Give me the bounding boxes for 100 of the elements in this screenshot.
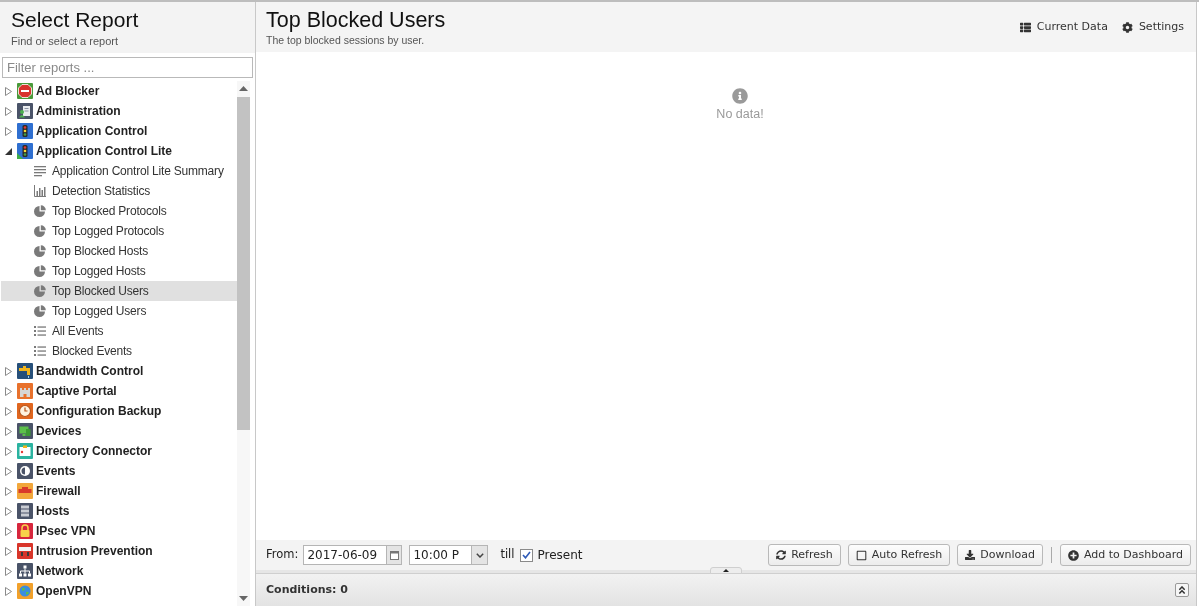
download-button[interactable]: Download: [957, 544, 1043, 566]
collapsed-triangle-icon[interactable]: [5, 486, 12, 496]
pie-chart-icon: [34, 265, 46, 277]
tree-item[interactable]: Hosts: [12, 501, 237, 521]
expanded-triangle-icon[interactable]: [5, 147, 12, 155]
tree-item[interactable]: Intrusion Prevention: [12, 541, 237, 561]
traffic-light-icon: [17, 143, 33, 159]
refresh-button[interactable]: Refresh: [768, 544, 841, 566]
data-button[interactable]: Current Data: [1019, 18, 1108, 36]
castle-icon: [17, 383, 33, 399]
time-field[interactable]: 10:00 P: [409, 545, 472, 565]
list-icon: [1019, 21, 1031, 33]
download-icon: [965, 550, 976, 560]
info-icon: [732, 88, 748, 104]
sidebar-title: Select Report: [11, 7, 139, 33]
conditions-label: Conditions: 0: [266, 581, 348, 598]
tree-item[interactable]: Detection Statistics: [1, 181, 237, 201]
faucet-icon: [17, 363, 33, 379]
list-icon: [34, 345, 46, 357]
tree-item[interactable]: Top Logged Users: [1, 301, 237, 321]
collapsed-triangle-icon[interactable]: [5, 126, 12, 136]
tree-item[interactable]: IPsec VPN: [12, 521, 237, 541]
bar-chart-icon: [34, 185, 46, 197]
tree-item[interactable]: Application Control Lite Summary: [1, 161, 237, 181]
collapse-button[interactable]: [1175, 583, 1189, 597]
tree-item[interactable]: Firewall: [12, 481, 237, 501]
tree-item[interactable]: All Events: [1, 321, 237, 341]
settings-icon: [1121, 21, 1133, 33]
pie-chart-icon: [34, 285, 46, 297]
circle-icon: [17, 463, 33, 479]
collapsed-triangle-icon[interactable]: [5, 586, 12, 596]
pie-chart-icon: [34, 225, 46, 237]
date-picker-button[interactable]: [386, 545, 403, 565]
tree-item[interactable]: Top Logged Protocols: [1, 221, 237, 241]
filter-field[interactable]: Filter reports ...: [2, 57, 253, 78]
wall-icon: [17, 483, 33, 499]
globe-icon: [17, 583, 33, 599]
tree-item[interactable]: Administration: [12, 101, 237, 121]
scroll-up-arrow-icon[interactable]: [239, 86, 248, 91]
tree-item[interactable]: Devices: [12, 421, 237, 441]
pie-chart-icon: [34, 205, 46, 217]
stop-sign-icon: [17, 83, 33, 99]
collapsed-triangle-icon[interactable]: [5, 426, 12, 436]
scrollbar-thumb[interactable]: [237, 97, 250, 430]
collapsed-triangle-icon[interactable]: [5, 546, 12, 556]
time-dropdown-button[interactable]: [471, 545, 489, 565]
chevron-down-icon: [475, 552, 484, 558]
tree-item[interactable]: Configuration Backup: [12, 401, 237, 421]
calendar-icon: [389, 550, 399, 560]
lock-icon: [17, 523, 33, 539]
tree-item[interactable]: Captive Portal: [12, 381, 237, 401]
settings-button[interactable]: Settings: [1121, 18, 1184, 36]
sidebar-subtitle: Find or select a report: [11, 34, 118, 48]
monitor-icon: [17, 423, 33, 439]
till-label: till: [500, 546, 515, 564]
tree-item[interactable]: Top Logged Hosts: [1, 261, 237, 281]
report-title: Top Blocked Users: [266, 7, 446, 33]
present-checkbox[interactable]: [520, 548, 534, 562]
tree-item[interactable]: Ad Blocker: [12, 81, 237, 101]
tree-item[interactable]: Network: [12, 561, 237, 581]
tree-item[interactable]: Application Control: [12, 121, 237, 141]
collapsed-triangle-icon[interactable]: [5, 406, 12, 416]
list-icon: [34, 325, 46, 337]
collapsed-triangle-icon[interactable]: [5, 86, 12, 96]
report-subtitle: The top blocked sessions by user.: [266, 34, 425, 47]
tree-item[interactable]: Application Control Lite: [12, 141, 237, 161]
person-document-icon: [17, 103, 33, 119]
tree-item[interactable]: Top Blocked Hosts: [1, 241, 237, 261]
collapsed-triangle-icon[interactable]: [5, 386, 12, 396]
barrier-icon: [17, 543, 33, 559]
date-field[interactable]: 2017-06-09: [303, 545, 387, 565]
scroll-down-arrow-icon[interactable]: [239, 596, 248, 601]
lines-icon: [34, 165, 46, 177]
collapsed-triangle-icon[interactable]: [5, 466, 12, 476]
collapsed-triangle-icon[interactable]: [5, 526, 12, 536]
collapsed-triangle-icon[interactable]: [5, 506, 12, 516]
tree-item[interactable]: OpenVPN: [12, 581, 237, 601]
collapsed-triangle-icon[interactable]: [5, 106, 12, 116]
pie-chart-icon: [34, 305, 46, 317]
refresh-icon: [776, 550, 787, 560]
add-to-dashboard-button[interactable]: Add to Dashboard: [1060, 544, 1191, 566]
auto-refresh-button[interactable]: Auto Refresh: [847, 544, 951, 566]
tree-item[interactable]: Directory Connector: [12, 441, 237, 461]
splitter-handle[interactable]: [710, 567, 742, 574]
tree-item[interactable]: Top Blocked Protocols: [1, 201, 237, 221]
collapsed-triangle-icon[interactable]: [5, 566, 12, 576]
from-label: From:: [266, 546, 299, 564]
present-label: Present: [537, 547, 583, 564]
traffic-light-icon: [17, 123, 33, 139]
tree-item[interactable]: Bandwidth Control: [12, 361, 237, 381]
id-card-icon: [17, 443, 33, 459]
tree-item[interactable]: Blocked Events: [1, 341, 237, 361]
pie-chart-icon: [34, 245, 46, 257]
tree-item[interactable]: Top Blocked Users: [1, 281, 237, 301]
checkmark-icon: [522, 551, 532, 559]
network-icon: [17, 563, 33, 579]
collapsed-triangle-icon[interactable]: [5, 366, 12, 376]
double-chevron-up-icon: [1177, 585, 1187, 595]
tree-item[interactable]: Events: [12, 461, 237, 481]
collapsed-triangle-icon[interactable]: [5, 446, 12, 456]
